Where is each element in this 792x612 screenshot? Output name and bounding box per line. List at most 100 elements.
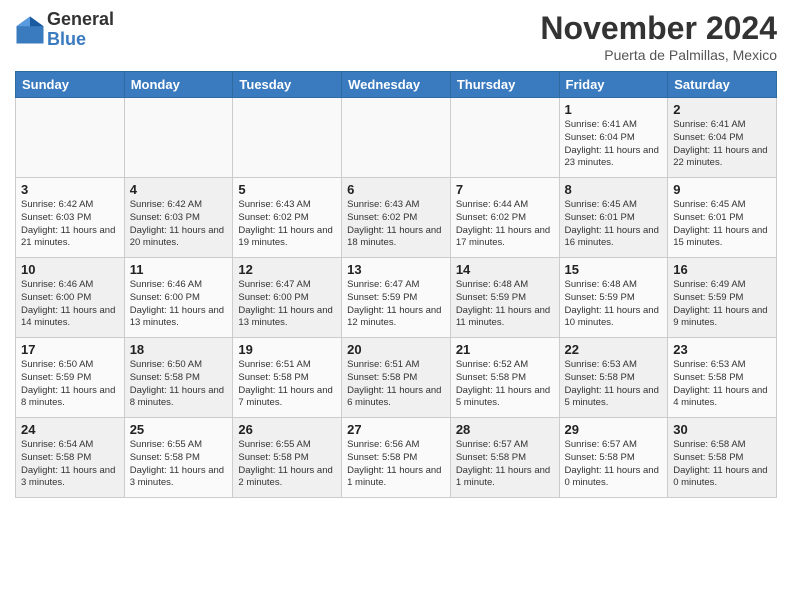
day-number: 20 bbox=[347, 342, 445, 357]
day-info: Sunrise: 6:51 AM Sunset: 5:58 PM Dayligh… bbox=[347, 359, 445, 410]
day-number: 23 bbox=[673, 342, 771, 357]
day-info: Sunrise: 6:47 AM Sunset: 6:00 PM Dayligh… bbox=[238, 279, 336, 330]
day-number: 12 bbox=[238, 262, 336, 277]
table-row: 3 Sunrise: 6:42 AM Sunset: 6:03 PM Daylig… bbox=[16, 178, 125, 258]
table-row: 6 Sunrise: 6:43 AM Sunset: 6:02 PM Daylig… bbox=[342, 178, 451, 258]
table-row: 16Sunrise: 6:49 AM Sunset: 5:59 PM Dayli… bbox=[668, 258, 777, 338]
day-info: Sunrise: 6:45 AM Sunset: 6:01 PM Dayligh… bbox=[673, 199, 771, 250]
day-info: Sunrise: 6:48 AM Sunset: 5:59 PM Dayligh… bbox=[456, 279, 554, 330]
table-row: 21Sunrise: 6:52 AM Sunset: 5:58 PM Dayli… bbox=[450, 338, 559, 418]
day-info: Sunrise: 6:46 AM Sunset: 6:00 PM Dayligh… bbox=[21, 279, 119, 330]
day-info: Sunrise: 6:42 AM Sunset: 6:03 PM Dayligh… bbox=[130, 199, 228, 250]
table-row: 19 Sunrise: 6:51 AM Sunset: 5:58 PM Dayli… bbox=[233, 338, 342, 418]
calendar-table: Sunday Monday Tuesday Wednesday Thursday… bbox=[15, 71, 777, 498]
day-info: Sunrise: 6:57 AM Sunset: 5:58 PM Dayligh… bbox=[565, 439, 663, 490]
day-number: 5 bbox=[238, 182, 336, 197]
day-info: Sunrise: 6:50 AM Sunset: 5:58 PM Dayligh… bbox=[130, 359, 228, 410]
table-row: 12 Sunrise: 6:47 AM Sunset: 6:00 PM Dayli… bbox=[233, 258, 342, 338]
day-info: Sunrise: 6:48 AM Sunset: 5:59 PM Dayligh… bbox=[565, 279, 663, 330]
table-row: 29 Sunrise: 6:57 AM Sunset: 5:58 PM Dayli… bbox=[559, 418, 668, 498]
day-info: Sunrise: 6:54 AM Sunset: 5:58 PM Dayligh… bbox=[21, 439, 119, 490]
table-row: 15 Sunrise: 6:48 AM Sunset: 5:59 PM Dayli… bbox=[559, 258, 668, 338]
day-number: 6 bbox=[347, 182, 445, 197]
day-number: 30 bbox=[673, 422, 771, 437]
table-row: 27 Sunrise: 6:56 AM Sunset: 5:58 PM Dayli… bbox=[342, 418, 451, 498]
table-row: 8 Sunrise: 6:45 AM Sunset: 6:01 PM Daylig… bbox=[559, 178, 668, 258]
header-tuesday: Tuesday bbox=[233, 72, 342, 98]
table-row bbox=[342, 98, 451, 178]
table-row: 1 Sunrise: 6:41 AM Sunset: 6:04 PM Daylig… bbox=[559, 98, 668, 178]
day-info: Sunrise: 6:41 AM Sunset: 6:04 PM Dayligh… bbox=[565, 119, 663, 170]
table-row: 9 Sunrise: 6:45 AM Sunset: 6:01 PM Daylig… bbox=[668, 178, 777, 258]
table-row: 17 Sunrise: 6:50 AM Sunset: 5:59 PM Dayli… bbox=[16, 338, 125, 418]
day-info: Sunrise: 6:53 AM Sunset: 5:58 PM Dayligh… bbox=[565, 359, 663, 410]
table-row: 11Sunrise: 6:46 AM Sunset: 6:00 PM Dayli… bbox=[124, 258, 233, 338]
day-info: Sunrise: 6:44 AM Sunset: 6:02 PM Dayligh… bbox=[456, 199, 554, 250]
header-friday: Friday bbox=[559, 72, 668, 98]
table-row: 14 Sunrise: 6:48 AM Sunset: 5:59 PM Dayli… bbox=[450, 258, 559, 338]
table-row: 7 Sunrise: 6:44 AM Sunset: 6:02 PM Daylig… bbox=[450, 178, 559, 258]
day-info: Sunrise: 6:43 AM Sunset: 6:02 PM Dayligh… bbox=[347, 199, 445, 250]
day-number: 18 bbox=[130, 342, 228, 357]
day-number: 16 bbox=[673, 262, 771, 277]
weekday-header-row: Sunday Monday Tuesday Wednesday Thursday… bbox=[16, 72, 777, 98]
table-row bbox=[450, 98, 559, 178]
day-number: 25 bbox=[130, 422, 228, 437]
table-row: 30 Sunrise: 6:58 AM Sunset: 5:58 PM Dayli… bbox=[668, 418, 777, 498]
day-number: 14 bbox=[456, 262, 554, 277]
day-number: 24 bbox=[21, 422, 119, 437]
logo-blue-text: Blue bbox=[47, 30, 114, 50]
day-number: 7 bbox=[456, 182, 554, 197]
day-info: Sunrise: 6:55 AM Sunset: 5:58 PM Dayligh… bbox=[130, 439, 228, 490]
day-number: 3 bbox=[21, 182, 119, 197]
table-row: 4 Sunrise: 6:42 AM Sunset: 6:03 PM Daylig… bbox=[124, 178, 233, 258]
day-number: 29 bbox=[565, 422, 663, 437]
header: General Blue November 2024 Puerta de Pal… bbox=[15, 10, 777, 63]
day-info: Sunrise: 6:55 AM Sunset: 5:58 PM Dayligh… bbox=[238, 439, 336, 490]
calendar-week-row: 1 Sunrise: 6:41 AM Sunset: 6:04 PM Daylig… bbox=[16, 98, 777, 178]
day-info: Sunrise: 6:53 AM Sunset: 5:58 PM Dayligh… bbox=[673, 359, 771, 410]
logo-icon bbox=[15, 15, 45, 45]
day-number: 27 bbox=[347, 422, 445, 437]
header-sunday: Sunday bbox=[16, 72, 125, 98]
day-number: 17 bbox=[21, 342, 119, 357]
calendar-week-row: 3 Sunrise: 6:42 AM Sunset: 6:03 PM Daylig… bbox=[16, 178, 777, 258]
day-number: 10 bbox=[21, 262, 119, 277]
day-info: Sunrise: 6:58 AM Sunset: 5:58 PM Dayligh… bbox=[673, 439, 771, 490]
day-info: Sunrise: 6:47 AM Sunset: 5:59 PM Dayligh… bbox=[347, 279, 445, 330]
logo-general-text: General bbox=[47, 10, 114, 30]
day-info: Sunrise: 6:56 AM Sunset: 5:58 PM Dayligh… bbox=[347, 439, 445, 490]
day-number: 22 bbox=[565, 342, 663, 357]
table-row: 24 Sunrise: 6:54 AM Sunset: 5:58 PM Dayli… bbox=[16, 418, 125, 498]
calendar-week-row: 17 Sunrise: 6:50 AM Sunset: 5:59 PM Dayli… bbox=[16, 338, 777, 418]
table-row: 20 Sunrise: 6:51 AM Sunset: 5:58 PM Dayli… bbox=[342, 338, 451, 418]
day-info: Sunrise: 6:45 AM Sunset: 6:01 PM Dayligh… bbox=[565, 199, 663, 250]
day-number: 8 bbox=[565, 182, 663, 197]
day-number: 11 bbox=[130, 262, 228, 277]
table-row bbox=[233, 98, 342, 178]
day-number: 19 bbox=[238, 342, 336, 357]
title-block: November 2024 Puerta de Palmillas, Mexic… bbox=[540, 10, 777, 63]
table-row bbox=[124, 98, 233, 178]
day-number: 9 bbox=[673, 182, 771, 197]
calendar-week-row: 24 Sunrise: 6:54 AM Sunset: 5:58 PM Dayli… bbox=[16, 418, 777, 498]
day-number: 26 bbox=[238, 422, 336, 437]
day-info: Sunrise: 6:50 AM Sunset: 5:59 PM Dayligh… bbox=[21, 359, 119, 410]
day-info: Sunrise: 6:52 AM Sunset: 5:58 PM Dayligh… bbox=[456, 359, 554, 410]
day-info: Sunrise: 6:42 AM Sunset: 6:03 PM Dayligh… bbox=[21, 199, 119, 250]
logo: General Blue bbox=[15, 10, 114, 50]
table-row: 13 Sunrise: 6:47 AM Sunset: 5:59 PM Dayli… bbox=[342, 258, 451, 338]
table-row: 25 Sunrise: 6:55 AM Sunset: 5:58 PM Dayli… bbox=[124, 418, 233, 498]
day-info: Sunrise: 6:43 AM Sunset: 6:02 PM Dayligh… bbox=[238, 199, 336, 250]
day-number: 15 bbox=[565, 262, 663, 277]
day-number: 13 bbox=[347, 262, 445, 277]
day-info: Sunrise: 6:41 AM Sunset: 6:04 PM Dayligh… bbox=[673, 119, 771, 170]
day-info: Sunrise: 6:51 AM Sunset: 5:58 PM Dayligh… bbox=[238, 359, 336, 410]
day-number: 1 bbox=[565, 102, 663, 117]
location-text: Puerta de Palmillas, Mexico bbox=[540, 47, 777, 63]
table-row: 23 Sunrise: 6:53 AM Sunset: 5:58 PM Dayli… bbox=[668, 338, 777, 418]
table-row: 26 Sunrise: 6:55 AM Sunset: 5:58 PM Dayli… bbox=[233, 418, 342, 498]
table-row: 28Sunrise: 6:57 AM Sunset: 5:58 PM Dayli… bbox=[450, 418, 559, 498]
header-wednesday: Wednesday bbox=[342, 72, 451, 98]
day-number: 4 bbox=[130, 182, 228, 197]
